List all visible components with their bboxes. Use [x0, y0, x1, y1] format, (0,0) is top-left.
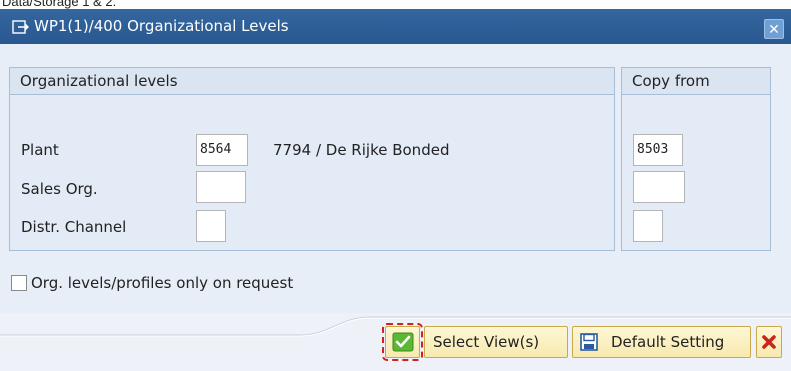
close-icon: ✕	[768, 22, 780, 38]
group-header: Organizational levels	[10, 68, 614, 95]
copy-sales-org-field[interactable]	[633, 171, 685, 203]
dialog-title-bar: WP1(1)/400 Organizational Levels ✕	[0, 9, 791, 44]
sales-org-field[interactable]	[196, 171, 246, 203]
group-header: Copy from	[622, 68, 770, 95]
default-setting-label: Default Setting	[611, 333, 725, 351]
save-icon	[578, 327, 600, 357]
copy-from-group: Copy from 8503	[621, 67, 771, 251]
select-views-button[interactable]: Select View(s)	[424, 326, 568, 358]
distr-channel-field[interactable]	[196, 210, 226, 242]
cancel-button[interactable]	[756, 326, 782, 358]
dialog-title: WP1(1)/400 Organizational Levels	[34, 17, 289, 35]
plant-description: 7794 / De Rijke Bonded	[273, 141, 450, 159]
group-title: Organizational levels	[20, 72, 178, 90]
close-icon	[757, 327, 781, 357]
dialog-icon	[12, 19, 30, 35]
checkbox-label: Org. levels/profiles only on request	[31, 274, 294, 292]
background-text-fragment: Data/Storage 1 & 2.	[0, 0, 791, 9]
distr-channel-label: Distr. Channel	[21, 218, 127, 236]
dialog-body: Organizational levels Plant 8564 7794 / …	[0, 44, 791, 371]
copy-distr-channel-field[interactable]	[633, 210, 663, 242]
confirm-button[interactable]	[382, 323, 423, 361]
plant-label: Plant	[21, 141, 59, 159]
check-icon	[386, 327, 419, 357]
organizational-levels-group: Organizational levels Plant 8564 7794 / …	[9, 67, 615, 251]
close-window-button[interactable]: ✕	[764, 19, 784, 39]
group-title: Copy from	[632, 72, 710, 90]
org-levels-on-request-checkbox[interactable]	[11, 275, 27, 291]
sales-org-label: Sales Org.	[21, 180, 98, 198]
default-setting-button[interactable]: Default Setting	[572, 326, 751, 358]
button-bar: Select View(s) Default Setting	[0, 313, 791, 371]
select-views-label: Select View(s)	[433, 333, 540, 351]
plant-field[interactable]: 8564	[196, 134, 248, 166]
copy-plant-field[interactable]: 8503	[633, 134, 683, 166]
background-text: Data/Storage 1 & 2.	[2, 0, 117, 9]
